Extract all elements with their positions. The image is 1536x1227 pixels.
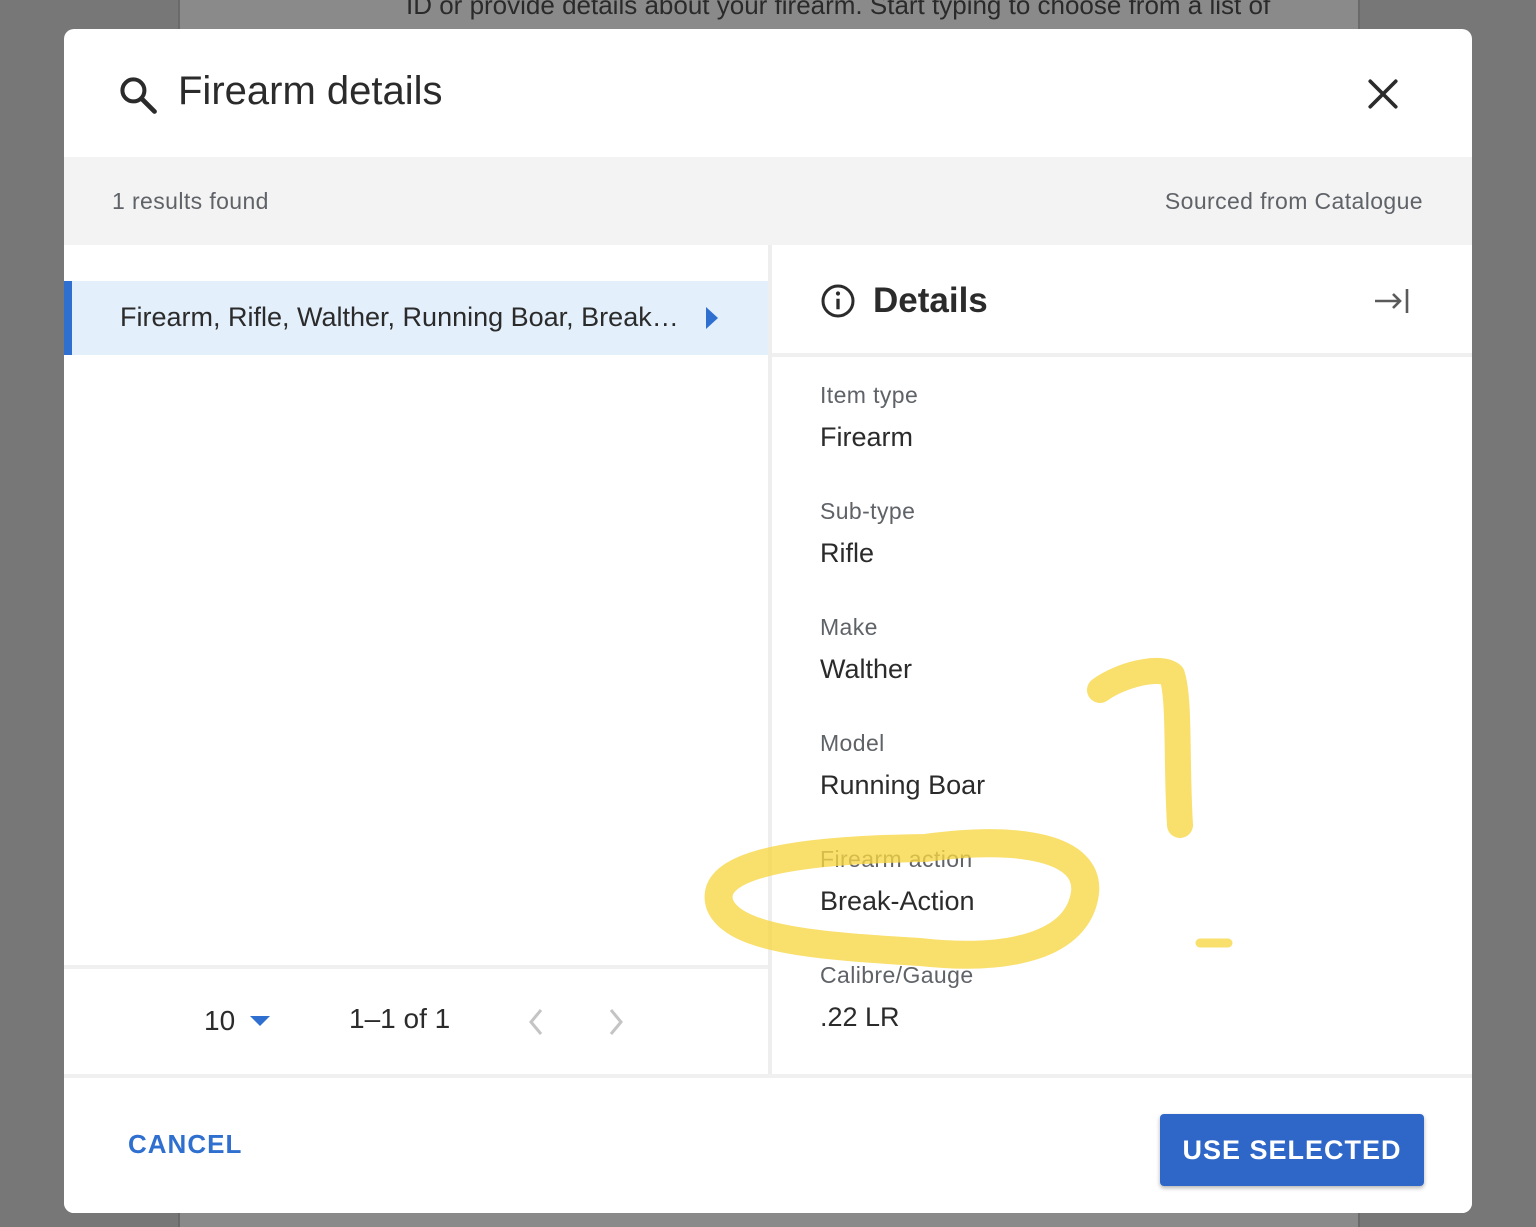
detail-field-calibre-gauge: Calibre/Gauge .22 LR <box>820 962 1420 1033</box>
detail-field-label: Sub-type <box>820 498 916 524</box>
detail-field-model: Model Running Boar <box>820 730 1420 801</box>
page-range: 1–1 of 1 <box>349 1003 451 1034</box>
detail-field-item-type: Item type Firearm <box>820 382 1420 453</box>
firearm-details-dialog: Firearm details 1 results found Sourced … <box>64 29 1472 1213</box>
detail-field-make: Make Walther <box>820 614 1420 685</box>
search-icon <box>120 77 157 114</box>
detail-field-label: Make <box>820 614 878 640</box>
details-header: Details <box>772 245 1472 357</box>
cancel-button[interactable]: CANCEL <box>112 1114 258 1174</box>
chevron-right-icon[interactable] <box>606 1007 626 1037</box>
detail-field-value: Running Boar <box>820 770 986 800</box>
dialog-header: Firearm details <box>64 29 1472 157</box>
detail-field-label: Firearm action <box>820 846 973 872</box>
detail-field-value: Rifle <box>820 538 875 568</box>
detail-field-value: Break-Action <box>820 886 975 916</box>
chevron-left-icon[interactable] <box>526 1007 546 1037</box>
detail-field-label: Item type <box>820 382 919 408</box>
results-summary-bar: 1 results found Sourced from Catalogue <box>64 157 1472 245</box>
result-item-label: Firearm, Rifle, Walther, Running Boar, B… <box>120 302 680 332</box>
details-title: Details <box>873 281 988 320</box>
details-pane: Details Item type Firearm Sub-type Rifle… <box>772 245 1472 1074</box>
info-icon <box>821 284 855 318</box>
background-instructions: ID or provide details about your firearm… <box>406 0 1271 20</box>
detail-field-sub-type: Sub-type Rifle <box>820 498 1420 569</box>
caret-down-icon <box>250 1016 271 1026</box>
detail-field-value: Walther <box>820 654 913 684</box>
close-icon <box>1368 79 1398 109</box>
close-button[interactable] <box>1360 71 1406 117</box>
results-list-pane: Firearm, Rifle, Walther, Running Boar, B… <box>64 245 768 1074</box>
results-source: Sourced from Catalogue <box>1164 188 1423 214</box>
detail-field-firearm-action: Firearm action Break-Action <box>820 846 1420 917</box>
arrow-right-icon <box>706 307 718 329</box>
pagination-bar: 10 1–1 of 1 <box>64 965 768 1074</box>
result-item[interactable]: Firearm, Rifle, Walther, Running Boar, B… <box>64 281 768 355</box>
rows-per-page-value: 10 <box>204 1005 236 1036</box>
detail-field-label: Model <box>820 730 885 756</box>
dialog-footer: CANCEL USE SELECTED <box>64 1074 1472 1213</box>
rows-per-page-select[interactable]: 10 <box>204 1001 271 1041</box>
results-count: 1 results found <box>112 188 269 214</box>
collapse-panel-icon[interactable] <box>1372 285 1412 317</box>
detail-field-label: Calibre/Gauge <box>820 962 974 988</box>
dialog-title: Firearm details <box>178 69 443 113</box>
detail-field-value: Firearm <box>820 422 913 452</box>
use-selected-button[interactable]: USE SELECTED <box>1160 1114 1424 1186</box>
detail-field-value: .22 LR <box>820 1002 900 1032</box>
